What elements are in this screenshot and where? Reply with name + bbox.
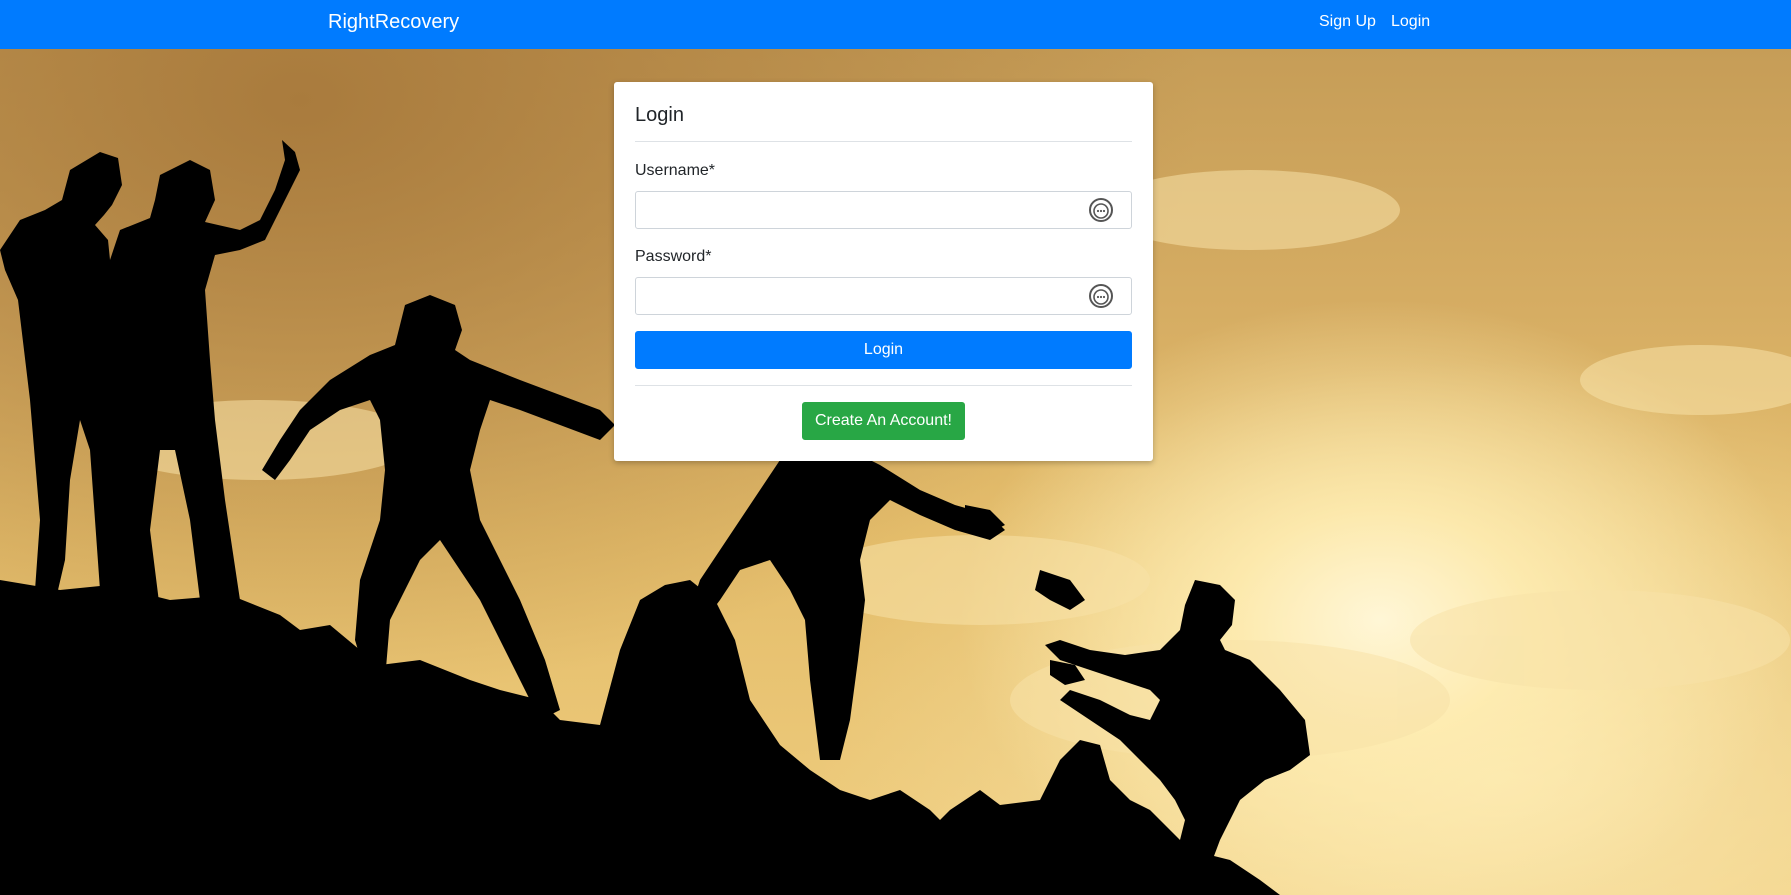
password-label: Password*: [635, 248, 712, 265]
password-input[interactable]: [635, 277, 1132, 315]
nav-login-link[interactable]: Login: [1391, 13, 1430, 31]
username-input[interactable]: [635, 191, 1132, 229]
login-button[interactable]: Login: [635, 331, 1132, 369]
card-divider: [635, 385, 1132, 386]
password-manager-icon[interactable]: [1088, 283, 1114, 309]
brand-logo-link[interactable]: RightRecovery: [328, 11, 459, 34]
top-navbar: RightRecovery Sign Up Login: [0, 0, 1791, 49]
login-card: Login Username* Password* Login Create A…: [614, 82, 1153, 461]
card-divider: [635, 141, 1132, 142]
nav-signup-link[interactable]: Sign Up: [1319, 13, 1376, 31]
create-account-button[interactable]: Create An Account!: [802, 402, 965, 440]
username-label: Username*: [635, 162, 716, 179]
password-manager-icon[interactable]: [1088, 197, 1114, 223]
login-title: Login: [635, 104, 684, 126]
